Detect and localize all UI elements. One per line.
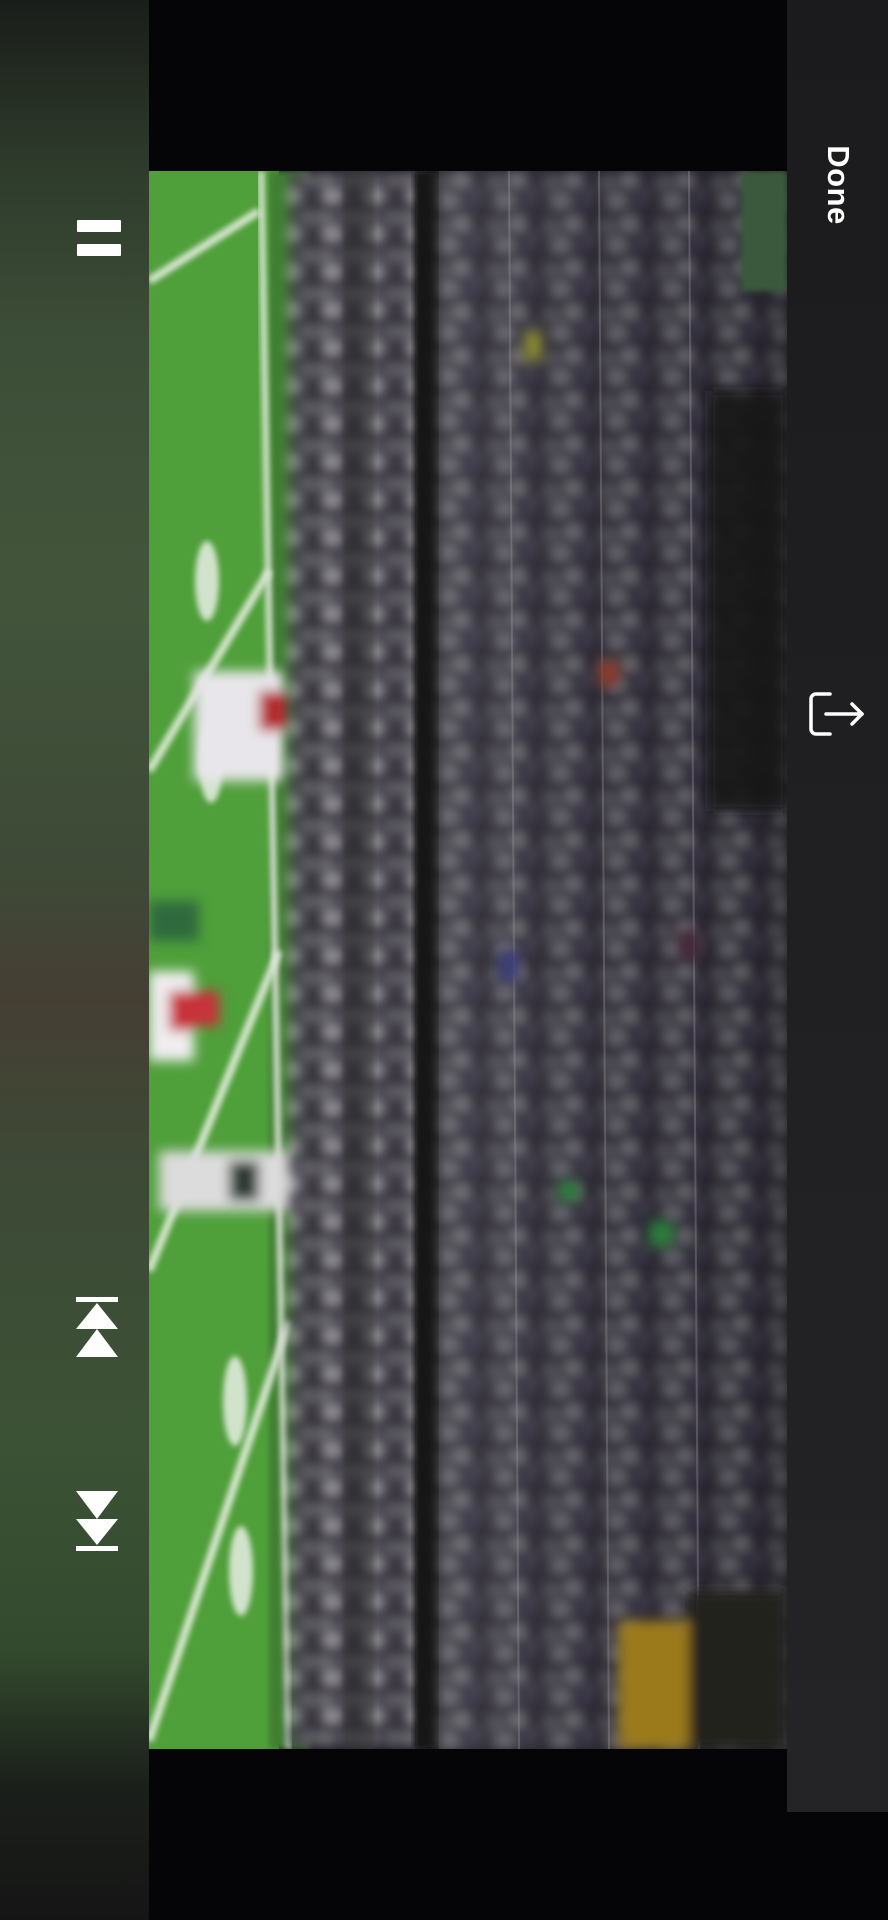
share-button[interactable] — [805, 684, 869, 744]
top-controls-bar — [787, 0, 888, 1812]
playback-controls-bar — [0, 0, 149, 1920]
skip-forward-icon — [76, 1491, 118, 1551]
done-button[interactable]: Done — [787, 120, 888, 250]
video-image — [149, 171, 787, 1749]
video-frame[interactable] — [149, 171, 787, 1749]
skip-back-button[interactable] — [72, 1297, 122, 1358]
pause-button[interactable] — [72, 208, 122, 268]
done-label: Done — [820, 145, 856, 225]
share-icon — [809, 692, 864, 736]
skip-back-icon — [76, 1297, 118, 1357]
pause-icon — [72, 208, 122, 268]
skip-forward-button[interactable] — [72, 1490, 122, 1551]
